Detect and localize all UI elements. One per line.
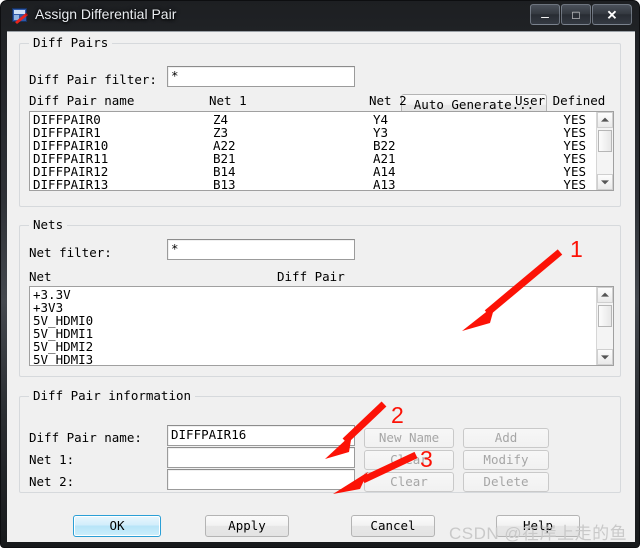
diff-pairs-scroll-thumb[interactable] xyxy=(598,130,612,152)
net1-label: Net 1: xyxy=(29,452,75,467)
nets-scroll-up-icon[interactable] xyxy=(597,287,613,303)
annotation-label-2: 2 xyxy=(391,402,404,428)
net2-input[interactable] xyxy=(167,469,355,490)
new-name-label: New Name xyxy=(378,429,440,445)
close-button[interactable]: ✕ xyxy=(592,4,632,25)
list-item[interactable]: 5V_HDMI0 xyxy=(33,314,596,327)
cell-user-defined: YES xyxy=(563,151,586,166)
ok-button[interactable]: OK xyxy=(73,515,161,537)
clear-name-button[interactable]: Clear xyxy=(364,450,454,470)
nets-group-label: Nets xyxy=(29,218,68,232)
diff-pair-filter-input[interactable]: * xyxy=(167,66,355,87)
list-item[interactable]: 5V_HDMI2 xyxy=(33,340,596,353)
modify-button[interactable]: Modify xyxy=(463,450,549,470)
cell-net: 5V_HDMI3 xyxy=(33,352,94,365)
table-row[interactable]: DIFFPAIR13 B13 A13 YES xyxy=(33,178,596,190)
cancel-label: Cancel xyxy=(370,517,416,533)
window-title: Assign Differential Pair xyxy=(35,6,177,22)
close-icon: ✕ xyxy=(606,7,618,22)
cancel-button[interactable]: Cancel xyxy=(351,515,435,537)
add-button[interactable]: Add xyxy=(463,428,549,448)
list-item[interactable]: 5V_HDMI3 xyxy=(33,353,596,365)
cell-user-defined: YES xyxy=(563,164,586,179)
table-row[interactable]: DIFFPAIR1 Z3 Y3 YES xyxy=(33,126,596,139)
clear-nets-label: Clear xyxy=(390,473,428,489)
table-row[interactable]: DIFFPAIR11 B21 A21 YES xyxy=(33,152,596,165)
net-filter-label: Net filter: xyxy=(29,245,112,260)
diff-pair-filter-label: Diff Pair filter: xyxy=(29,72,157,87)
column-header-diff-pair: Diff Pair xyxy=(277,269,345,284)
maximize-icon: □ xyxy=(572,7,580,22)
column-header-net1: Net 1 xyxy=(209,93,247,108)
annotation-label-3: 3 xyxy=(420,446,433,472)
diff-pairs-listbox[interactable]: DIFFPAIR0 Z4 Y4 YES DIFFPAIR1 Z3 Y3 YES DIFFPAIR… xyxy=(29,111,614,191)
modify-label: Modify xyxy=(483,451,529,467)
nets-listbox[interactable]: +3.3V +3V3 5V_HDMI0 5V_HDMI1 5V_HDMI2 5V_HDMI… xyxy=(29,286,614,366)
nets-scroll-down-icon[interactable] xyxy=(597,349,613,365)
column-header-net2: Net 2 xyxy=(369,93,407,108)
diff-pairs-rows: DIFFPAIR0 Z4 Y4 YES DIFFPAIR1 Z3 Y3 YES DIFFPAIR… xyxy=(30,112,596,190)
diff-pairs-scrollbar[interactable] xyxy=(596,112,613,190)
cell-user-defined: YES xyxy=(563,177,586,190)
ok-label: OK xyxy=(109,517,125,533)
table-row[interactable]: DIFFPAIR10 A22 B22 YES xyxy=(33,139,596,152)
delete-button[interactable]: Delete xyxy=(463,472,549,492)
apply-label: Apply xyxy=(228,517,266,533)
diff-pair-name-input[interactable]: DIFFPAIR16 xyxy=(167,425,355,446)
column-header-net: Net xyxy=(29,269,52,284)
net2-label: Net 2: xyxy=(29,474,75,489)
diff-pairs-scroll-down-icon[interactable] xyxy=(597,174,613,190)
cell-user-defined: YES xyxy=(563,138,586,153)
column-header-diff-pair-name: Diff Pair name xyxy=(29,93,135,108)
table-row[interactable]: DIFFPAIR0 Z4 Y4 YES xyxy=(33,113,596,126)
dialog-client-area: Diff Pairs Diff Pair filter: * Auto Gene… xyxy=(7,31,635,543)
column-header-user-defined: User Defined xyxy=(515,93,606,108)
delete-label: Delete xyxy=(483,473,529,489)
dialog-window: Assign Differential Pair – □ ✕ Diff Pair… xyxy=(0,0,640,548)
list-item[interactable]: +3V3 xyxy=(33,301,596,314)
nets-scroll-thumb[interactable] xyxy=(598,305,612,327)
minimize-button[interactable]: – xyxy=(530,4,560,25)
nets-scrollbar[interactable] xyxy=(596,287,613,365)
nets-rows: +3.3V +3V3 5V_HDMI0 5V_HDMI1 5V_HDMI2 5V_HDMI… xyxy=(30,287,596,365)
net-filter-input[interactable]: * xyxy=(167,239,355,260)
new-name-button[interactable]: New Name xyxy=(364,428,454,448)
cell-user-defined: YES xyxy=(563,125,586,140)
minimize-icon: – xyxy=(541,8,549,25)
cell-user-defined: YES xyxy=(563,112,586,127)
diff-pairs-group-label: Diff Pairs xyxy=(29,36,113,50)
table-row[interactable]: DIFFPAIR12 B14 A14 YES xyxy=(33,165,596,178)
title-bar: Assign Differential Pair – □ ✕ xyxy=(1,1,639,31)
diff-pairs-scroll-up-icon[interactable] xyxy=(597,112,613,128)
diff-pair-name-label: Diff Pair name: xyxy=(29,430,142,445)
maximize-button[interactable]: □ xyxy=(561,4,591,25)
list-item[interactable]: +3.3V xyxy=(33,288,596,301)
annotation-label-1: 1 xyxy=(570,236,583,262)
add-label: Add xyxy=(494,429,518,445)
net1-input[interactable] xyxy=(167,447,355,468)
list-item[interactable]: 5V_HDMI1 xyxy=(33,327,596,340)
diff-pair-information-group-label: Diff Pair information xyxy=(29,389,196,403)
app-icon xyxy=(12,8,28,24)
watermark-text: CSDN @在岸上走的鱼 xyxy=(449,524,628,543)
clear-name-label: Clear xyxy=(390,451,428,467)
apply-button[interactable]: Apply xyxy=(205,515,289,537)
clear-nets-button[interactable]: Clear xyxy=(364,472,454,492)
